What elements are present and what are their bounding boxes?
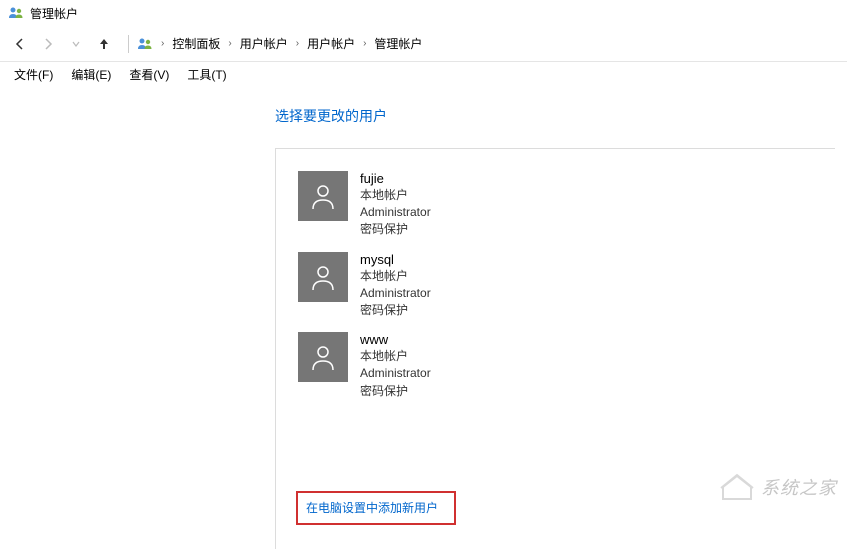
account-info: fujie 本地帐户 Administrator 密码保护 <box>360 171 431 238</box>
account-role: Administrator <box>360 365 431 381</box>
account-name: www <box>360 332 431 347</box>
add-user-highlight: 在电脑设置中添加新用户 <box>296 491 456 525</box>
account-protection: 密码保护 <box>360 221 431 237</box>
account-protection: 密码保护 <box>360 302 431 318</box>
page-heading: 选择要更改的用户 <box>275 106 847 126</box>
chevron-right-icon: › <box>159 38 166 49</box>
watermark: 系统之家 <box>719 473 837 501</box>
chevron-right-icon: › <box>226 38 233 49</box>
window-title: 管理帐户 <box>30 5 78 22</box>
nav-up-button[interactable] <box>92 32 116 56</box>
menubar: 文件(F) 编辑(E) 查看(V) 工具(T) <box>0 62 847 86</box>
users-icon <box>137 36 153 52</box>
nav-forward-button[interactable] <box>36 32 60 56</box>
nav-separator <box>128 35 129 53</box>
chevron-right-icon: › <box>294 38 301 49</box>
account-type: 本地帐户 <box>360 187 431 203</box>
account-card[interactable]: www 本地帐户 Administrator 密码保护 <box>296 330 536 401</box>
menu-view[interactable]: 查看(V) <box>121 63 177 86</box>
account-name: mysql <box>360 252 431 267</box>
navbar: › 控制面板 › 用户帐户 › 用户帐户 › 管理帐户 <box>0 26 847 62</box>
breadcrumb: › 控制面板 › 用户帐户 › 用户帐户 › 管理帐户 <box>137 33 839 54</box>
account-protection: 密码保护 <box>360 383 431 399</box>
avatar <box>298 171 348 221</box>
account-info: mysql 本地帐户 Administrator 密码保护 <box>360 252 431 319</box>
menu-edit[interactable]: 编辑(E) <box>63 63 119 86</box>
nav-recent-dropdown[interactable] <box>64 32 88 56</box>
chevron-right-icon: › <box>361 38 368 49</box>
nav-back-button[interactable] <box>8 32 32 56</box>
account-info: www 本地帐户 Administrator 密码保护 <box>360 332 431 399</box>
house-icon <box>719 473 755 501</box>
account-name: fujie <box>360 171 431 186</box>
breadcrumb-item[interactable]: 用户帐户 <box>303 33 359 54</box>
users-icon <box>8 5 24 21</box>
account-role: Administrator <box>360 204 431 220</box>
account-role: Administrator <box>360 285 431 301</box>
breadcrumb-item[interactable]: 管理帐户 <box>370 33 426 54</box>
account-type: 本地帐户 <box>360 268 431 284</box>
breadcrumb-item[interactable]: 控制面板 <box>168 33 224 54</box>
watermark-text: 系统之家 <box>761 474 837 500</box>
breadcrumb-item[interactable]: 用户帐户 <box>236 33 292 54</box>
avatar <box>298 332 348 382</box>
avatar <box>298 252 348 302</box>
account-type: 本地帐户 <box>360 348 431 364</box>
accounts-grid: fujie 本地帐户 Administrator 密码保护 mysql 本地帐户 <box>296 169 815 401</box>
menu-tools[interactable]: 工具(T) <box>179 63 234 86</box>
menu-file[interactable]: 文件(F) <box>6 63 61 86</box>
account-card[interactable]: fujie 本地帐户 Administrator 密码保护 <box>296 169 536 240</box>
add-user-link[interactable]: 在电脑设置中添加新用户 <box>306 501 438 515</box>
titlebar: 管理帐户 <box>0 0 847 26</box>
account-card[interactable]: mysql 本地帐户 Administrator 密码保护 <box>296 250 536 321</box>
